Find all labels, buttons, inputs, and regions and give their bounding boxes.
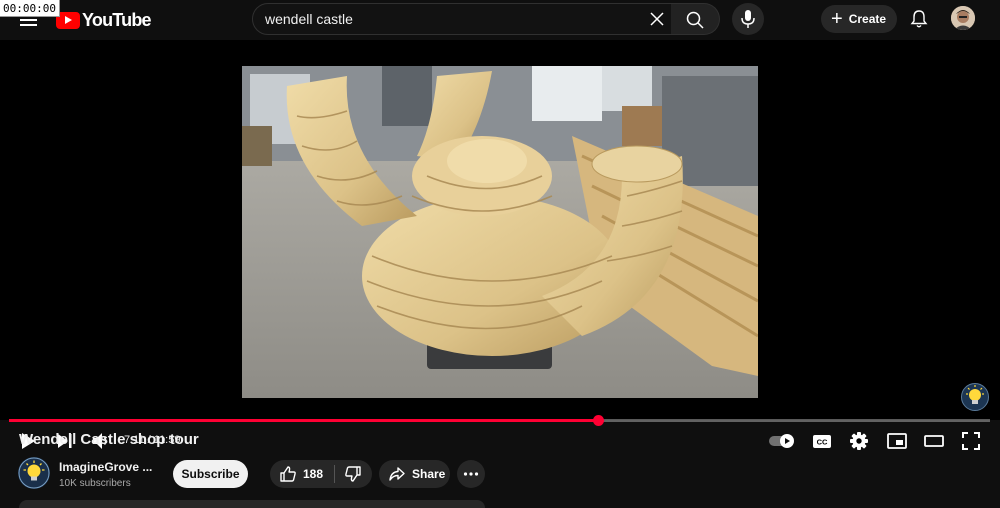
like-dislike-group: 188 xyxy=(270,460,372,488)
channel-name[interactable]: ImagineGrove ... xyxy=(59,460,152,474)
more-horizontal-icon xyxy=(463,472,479,476)
top-header: YouTube + Create xyxy=(0,0,1000,40)
voice-search-button[interactable] xyxy=(732,3,764,35)
fullscreen-icon[interactable] xyxy=(960,430,982,452)
timestamp-overlay: 00:00:00 xyxy=(0,0,60,17)
progress-played xyxy=(9,419,598,422)
progress-bar[interactable] xyxy=(9,415,990,426)
settings-icon[interactable] xyxy=(848,430,870,452)
dislike-button[interactable] xyxy=(335,460,372,488)
close-icon[interactable] xyxy=(649,11,665,27)
video-title: Wendell Castle shop tour xyxy=(19,431,199,448)
search-box xyxy=(252,3,672,35)
avatar-image xyxy=(951,6,975,30)
video-frame[interactable] xyxy=(242,66,758,398)
share-icon xyxy=(389,467,405,481)
bell-icon[interactable] xyxy=(909,9,929,29)
thumbs-up-icon xyxy=(280,466,296,482)
youtube-logo[interactable]: YouTube xyxy=(56,9,152,31)
progress-scrubber[interactable] xyxy=(592,415,604,426)
user-avatar[interactable] xyxy=(951,6,975,30)
like-count: 188 xyxy=(303,467,324,481)
description-box[interactable] xyxy=(19,500,485,508)
like-button[interactable]: 188 xyxy=(270,460,334,488)
more-actions-button[interactable] xyxy=(457,460,485,488)
search-input[interactable] xyxy=(265,4,645,34)
subscribe-button[interactable]: Subscribe xyxy=(173,460,248,488)
channel-watermark[interactable] xyxy=(961,383,989,411)
lightbulb-icon xyxy=(966,385,984,404)
microphone-icon xyxy=(741,10,755,28)
video-player[interactable]: 7:11 / 11:59 CC xyxy=(0,40,1000,450)
svg-text:CC: CC xyxy=(817,438,828,447)
search-button[interactable] xyxy=(671,3,720,35)
share-button[interactable]: Share xyxy=(379,460,450,488)
channel-avatar[interactable] xyxy=(18,457,50,489)
plus-icon: + xyxy=(831,8,843,30)
create-label: Create xyxy=(848,12,887,26)
captions-icon[interactable]: CC xyxy=(811,430,833,452)
search-icon xyxy=(686,11,704,29)
share-label: Share xyxy=(412,467,446,481)
thumbs-down-icon xyxy=(345,466,361,482)
video-content xyxy=(242,66,758,398)
miniplayer-icon[interactable] xyxy=(886,430,908,452)
lightbulb-icon xyxy=(18,457,50,489)
subscriber-count: 10K subscribers xyxy=(59,478,131,489)
autoplay-toggle[interactable] xyxy=(768,430,798,452)
logo-text: YouTube xyxy=(82,9,152,30)
create-button[interactable]: + Create xyxy=(821,5,897,33)
theater-mode-icon[interactable] xyxy=(923,430,945,452)
